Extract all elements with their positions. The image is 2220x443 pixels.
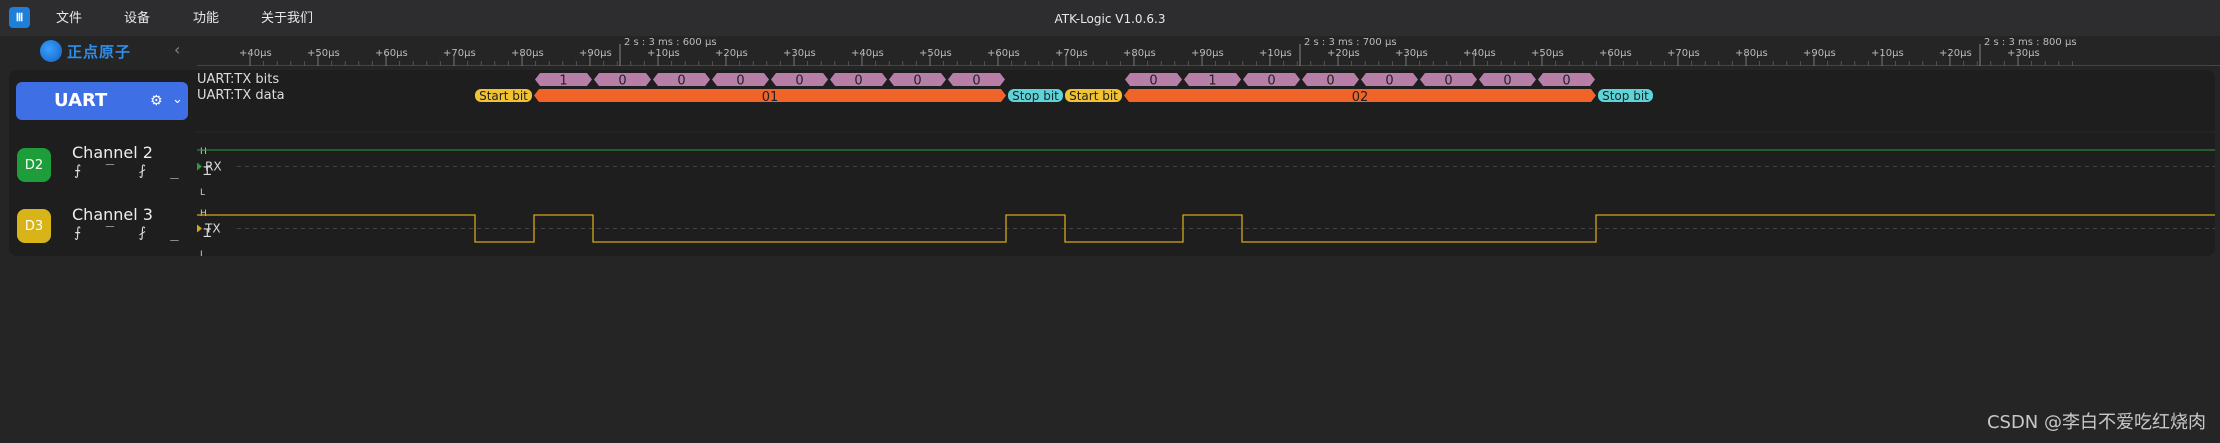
ruler-tick-label: +60µs: [375, 48, 408, 59]
ruler-major-label: 2 s : 3 ms : 800 µs: [1984, 37, 2077, 48]
ruler-tick-label: +70µs: [1667, 48, 1700, 59]
ruler-tick-label: +30µs: [783, 48, 816, 59]
ruler-tick-label: +10µs: [647, 48, 680, 59]
time-ruler[interactable]: +40µs +50µs +60µs +70µs +80µs +90µs +10µs +20µs…: [197, 36, 2220, 66]
ruler-tick-label: +20µs: [1327, 48, 1360, 59]
low-level-label: L: [200, 250, 205, 256]
ruler-tick-label: +30µs: [2007, 48, 2040, 59]
menu-file[interactable]: 文件: [56, 0, 82, 36]
waveform-area[interactable]: Start bit 01 Stop bit1 0 0 0 0 0 0 0Start bit 02 St…: [197, 70, 2215, 256]
ruler-tick-label: +10µs: [1259, 48, 1292, 59]
channel-3-name: Channel 3: [72, 205, 153, 224]
bit-value: 0: [1503, 74, 1511, 89]
menu-device[interactable]: 设备: [124, 0, 150, 36]
bit-value: 1: [1208, 74, 1216, 89]
uart-decoder-button[interactable]: UART ⚙ ⌄: [16, 82, 188, 120]
brand-logo: 正点原子: [40, 39, 131, 63]
ruler-tick-label: +60µs: [1599, 48, 1632, 59]
app-logo-icon: Ⅲ: [9, 7, 30, 28]
bit-value: 1: [559, 74, 567, 89]
ruler-tick-label: +20µs: [1939, 48, 1972, 59]
collapse-sidebar-icon[interactable]: ‹: [174, 40, 180, 59]
channel-2-badge[interactable]: D2: [17, 148, 51, 182]
ruler-tick-label: +50µs: [919, 48, 952, 59]
ruler-tick-label: +90µs: [1191, 48, 1224, 59]
ruler-tick-label: +20µs: [715, 48, 748, 59]
ruler-tick-label: +40µs: [1463, 48, 1496, 59]
ruler-tick-label: +60µs: [987, 48, 1020, 59]
brand-text: 正点原子: [67, 42, 132, 61]
data-value: 01: [762, 90, 779, 105]
high-level-label: H: [200, 147, 207, 157]
low-level-label: L: [200, 188, 205, 198]
bit-value: 0: [1444, 74, 1452, 89]
chevron-down-icon[interactable]: ⌄: [172, 92, 183, 107]
ruler-tick-label: +50µs: [307, 48, 340, 59]
ruler-tick-label: +50µs: [1531, 48, 1564, 59]
time-ruler-svg: +40µs +50µs +60µs +70µs +80µs +90µs +10µs +20µs…: [197, 37, 2220, 66]
ruler-major-label: 2 s : 3 ms : 600 µs: [624, 37, 717, 48]
stop-bit-label: Stop bit: [1602, 89, 1649, 103]
bit-value: 0: [972, 74, 980, 89]
data-value: 02: [1352, 90, 1369, 105]
bit-value: 0: [913, 74, 921, 89]
high-level-label: H: [200, 209, 207, 219]
channel-3-badge[interactable]: D3: [17, 209, 51, 243]
bit-value: 0: [1385, 74, 1393, 89]
menu-bar: Ⅲ 文件 设备 功能 关于我们 ATK-Logic V1.0.6.3: [0, 0, 2220, 36]
menu-about[interactable]: 关于我们: [261, 0, 313, 36]
signal-pointer-icon: [197, 162, 202, 171]
ruler-tick-label: +80µs: [511, 48, 544, 59]
ruler-tick-label: +40µs: [239, 48, 272, 59]
window-title: ATK-Logic V1.0.6.3: [1054, 12, 1166, 26]
channel-2-name: Channel 2: [72, 143, 153, 162]
ruler-tick-label: +70µs: [443, 48, 476, 59]
bit-value: 0: [1149, 74, 1157, 89]
ruler-tick-label: +70µs: [1055, 48, 1088, 59]
ruler-major-label: 2 s : 3 ms : 700 µs: [1304, 37, 1397, 48]
signal-pointer-icon: [197, 224, 202, 233]
signal-name: RX: [205, 160, 222, 174]
start-bit-label: Start bit: [479, 89, 528, 103]
ruler-tick-label: +80µs: [1735, 48, 1768, 59]
bit-value: 0: [618, 74, 626, 89]
bit-value: 0: [677, 74, 685, 89]
ruler-tick-label: +30µs: [1395, 48, 1428, 59]
menu-function[interactable]: 功能: [193, 0, 219, 36]
bit-value: 0: [795, 74, 803, 89]
bit-value: 0: [1562, 74, 1570, 89]
bit-value: 0: [1326, 74, 1334, 89]
bit-value: 0: [1267, 74, 1275, 89]
gear-icon[interactable]: ⚙: [150, 93, 163, 109]
ruler-tick-label: +10µs: [1871, 48, 1904, 59]
ruler-tick-label: +90µs: [1803, 48, 1836, 59]
ruler-tick-label: +80µs: [1123, 48, 1156, 59]
watermark: CSDN @李白不爱吃红烧肉: [1986, 412, 2206, 433]
ruler-tick-label: +40µs: [851, 48, 884, 59]
uart-decoder-label: UART: [54, 90, 108, 111]
start-bit-label: Start bit: [1069, 89, 1118, 103]
bit-value: 0: [854, 74, 862, 89]
stop-bit-label: Stop bit: [1012, 89, 1059, 103]
signal-name: TX: [204, 222, 221, 236]
ruler-tick-label: +90µs: [579, 48, 612, 59]
bit-value: 0: [736, 74, 744, 89]
brand-mark-icon: [40, 40, 62, 62]
